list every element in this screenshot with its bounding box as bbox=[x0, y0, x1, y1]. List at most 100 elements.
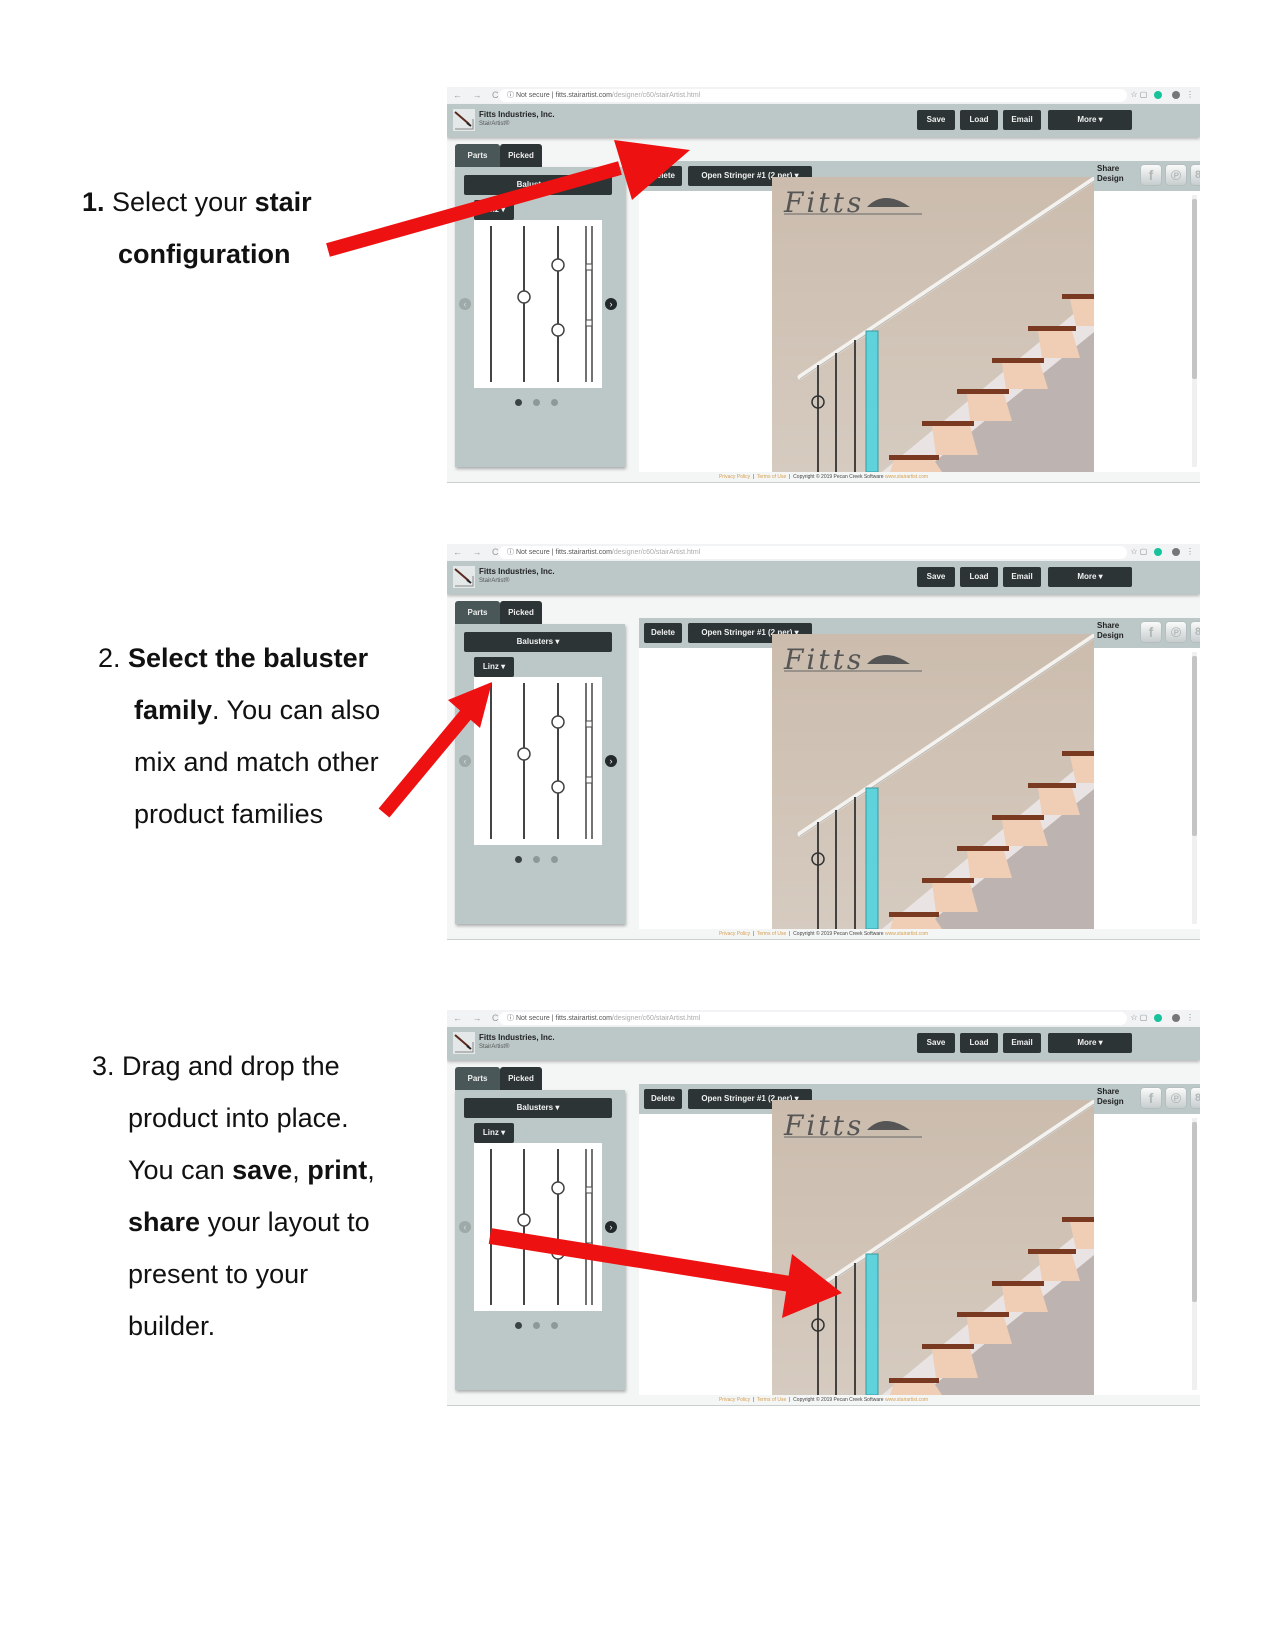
terms-of-use-link[interactable]: Terms of Use bbox=[757, 474, 786, 480]
delete-button[interactable]: Delete bbox=[644, 166, 682, 186]
facebook-share-icon[interactable]: f bbox=[1141, 1088, 1161, 1108]
privacy-policy-link[interactable]: Privacy Policy bbox=[719, 931, 750, 937]
grammarly-extension-icon[interactable] bbox=[1153, 1013, 1162, 1022]
browser-menu-icon[interactable]: ⋮ bbox=[1186, 1013, 1194, 1022]
bookmark-star-icon[interactable]: ☆ bbox=[1130, 1013, 1137, 1022]
browser-nav-buttons[interactable]: ← → C bbox=[453, 90, 503, 100]
baluster-single-knuckle[interactable] bbox=[517, 1149, 531, 1305]
pinterest-share-icon[interactable]: ℗ bbox=[1166, 165, 1186, 185]
canvas-scrollbar[interactable] bbox=[1192, 1118, 1197, 1390]
load-button[interactable]: Load bbox=[960, 1033, 998, 1053]
carousel-dot[interactable] bbox=[515, 399, 522, 406]
carousel-prev-icon[interactable]: ‹ bbox=[459, 1221, 471, 1233]
grammarly-extension-icon[interactable] bbox=[1153, 90, 1162, 99]
canvas-scrollbar[interactable] bbox=[1192, 195, 1197, 467]
website-link[interactable]: www.stairartist.com bbox=[885, 474, 928, 480]
load-button[interactable]: Load bbox=[960, 567, 998, 587]
family-dropdown[interactable]: Linz ▾ bbox=[474, 657, 514, 677]
privacy-policy-link[interactable]: Privacy Policy bbox=[719, 1397, 750, 1403]
baluster-double-bar[interactable] bbox=[585, 683, 593, 839]
extension-icon[interactable]: ▢ bbox=[1140, 547, 1148, 556]
google-plus-share-icon[interactable]: 8⁺ bbox=[1191, 622, 1200, 642]
extension-icon[interactable]: ▢ bbox=[1140, 90, 1148, 99]
baluster-double-bar[interactable] bbox=[585, 226, 593, 382]
extension-icon[interactable]: ▢ bbox=[1140, 1013, 1148, 1022]
more-dropdown[interactable]: More ▾ bbox=[1048, 1033, 1132, 1053]
selected-baluster-highlight[interactable] bbox=[865, 330, 879, 472]
tab-parts[interactable]: Parts bbox=[455, 144, 500, 167]
carousel-dot[interactable] bbox=[551, 1322, 558, 1329]
bookmark-star-icon[interactable]: ☆ bbox=[1130, 90, 1137, 99]
email-button[interactable]: Email bbox=[1003, 567, 1041, 587]
selected-baluster-highlight[interactable] bbox=[865, 1253, 879, 1395]
address-bar[interactable]: ⓘ Not secure | fitts.stairartist.com/des… bbox=[499, 89, 1127, 102]
selected-baluster-highlight[interactable] bbox=[865, 787, 879, 929]
baluster-single-knuckle[interactable] bbox=[517, 226, 531, 382]
carousel-prev-icon[interactable]: ‹ bbox=[459, 298, 471, 310]
pinterest-share-icon[interactable]: ℗ bbox=[1166, 1088, 1186, 1108]
profile-icon[interactable] bbox=[1171, 1013, 1180, 1022]
terms-of-use-link[interactable]: Terms of Use bbox=[757, 1397, 786, 1403]
browser-nav-buttons[interactable]: ← → C bbox=[453, 1013, 503, 1023]
carousel-dot[interactable] bbox=[551, 856, 558, 863]
family-dropdown[interactable]: Linz ▾ bbox=[474, 1123, 514, 1143]
terms-of-use-link[interactable]: Terms of Use bbox=[757, 931, 786, 937]
category-dropdown[interactable]: Balusters ▾ bbox=[464, 175, 612, 195]
grammarly-extension-icon[interactable] bbox=[1153, 547, 1162, 556]
baluster-double-bar[interactable] bbox=[585, 1149, 593, 1305]
profile-icon[interactable] bbox=[1171, 90, 1180, 99]
baluster-double-knuckle[interactable] bbox=[551, 683, 565, 839]
save-button[interactable]: Save bbox=[917, 110, 955, 130]
baluster-single-knuckle[interactable] bbox=[517, 683, 531, 839]
privacy-policy-link[interactable]: Privacy Policy bbox=[719, 474, 750, 480]
save-button[interactable]: Save bbox=[917, 567, 955, 587]
browser-nav-buttons[interactable]: ← → C bbox=[453, 547, 503, 557]
stair-canvas[interactable]: Fitts bbox=[772, 634, 1094, 929]
more-dropdown[interactable]: More ▾ bbox=[1048, 567, 1132, 587]
facebook-share-icon[interactable]: f bbox=[1141, 622, 1161, 642]
website-link[interactable]: www.stairartist.com bbox=[885, 1397, 928, 1403]
carousel-dot[interactable] bbox=[533, 1322, 540, 1329]
carousel-next-icon[interactable]: › bbox=[605, 1221, 617, 1233]
carousel-dot[interactable] bbox=[515, 856, 522, 863]
bookmark-star-icon[interactable]: ☆ bbox=[1130, 547, 1137, 556]
carousel-prev-icon[interactable]: ‹ bbox=[459, 755, 471, 767]
stair-canvas[interactable]: Fitts bbox=[772, 1100, 1094, 1395]
baluster-double-knuckle[interactable] bbox=[551, 1149, 565, 1305]
browser-menu-icon[interactable]: ⋮ bbox=[1186, 90, 1194, 99]
carousel-dot[interactable] bbox=[515, 1322, 522, 1329]
carousel-dot[interactable] bbox=[533, 856, 540, 863]
email-button[interactable]: Email bbox=[1003, 1033, 1041, 1053]
tab-picked[interactable]: Picked bbox=[500, 1067, 542, 1090]
canvas-scrollbar[interactable] bbox=[1192, 652, 1197, 924]
google-plus-share-icon[interactable]: 8⁺ bbox=[1191, 1088, 1200, 1108]
profile-icon[interactable] bbox=[1171, 547, 1180, 556]
baluster-double-knuckle[interactable] bbox=[551, 226, 565, 382]
email-button[interactable]: Email bbox=[1003, 110, 1041, 130]
pinterest-share-icon[interactable]: ℗ bbox=[1166, 622, 1186, 642]
website-link[interactable]: www.stairartist.com bbox=[885, 931, 928, 937]
more-dropdown[interactable]: More ▾ bbox=[1048, 110, 1132, 130]
delete-button[interactable]: Delete bbox=[644, 1089, 682, 1109]
tab-parts[interactable]: Parts bbox=[455, 1067, 500, 1090]
delete-button[interactable]: Delete bbox=[644, 623, 682, 643]
carousel-next-icon[interactable]: › bbox=[605, 298, 617, 310]
tab-picked[interactable]: Picked bbox=[500, 144, 542, 167]
facebook-share-icon[interactable]: f bbox=[1141, 165, 1161, 185]
category-dropdown[interactable]: Balusters ▾ bbox=[464, 632, 612, 652]
stairartist-logo-icon bbox=[453, 109, 475, 131]
load-button[interactable]: Load bbox=[960, 110, 998, 130]
stair-canvas[interactable]: Fitts bbox=[772, 177, 1094, 472]
address-bar[interactable]: ⓘ Not secure | fitts.stairartist.com/des… bbox=[499, 1012, 1127, 1025]
carousel-dot[interactable] bbox=[533, 399, 540, 406]
carousel-dot[interactable] bbox=[551, 399, 558, 406]
carousel-next-icon[interactable]: › bbox=[605, 755, 617, 767]
tab-picked[interactable]: Picked bbox=[500, 601, 542, 624]
tab-parts[interactable]: Parts bbox=[455, 601, 500, 624]
google-plus-share-icon[interactable]: 8⁺ bbox=[1191, 165, 1200, 185]
address-bar[interactable]: ⓘ Not secure | fitts.stairartist.com/des… bbox=[499, 546, 1127, 559]
family-dropdown[interactable]: Linz ▾ bbox=[474, 200, 514, 220]
browser-menu-icon[interactable]: ⋮ bbox=[1186, 547, 1194, 556]
category-dropdown[interactable]: Balusters ▾ bbox=[464, 1098, 612, 1118]
save-button[interactable]: Save bbox=[917, 1033, 955, 1053]
